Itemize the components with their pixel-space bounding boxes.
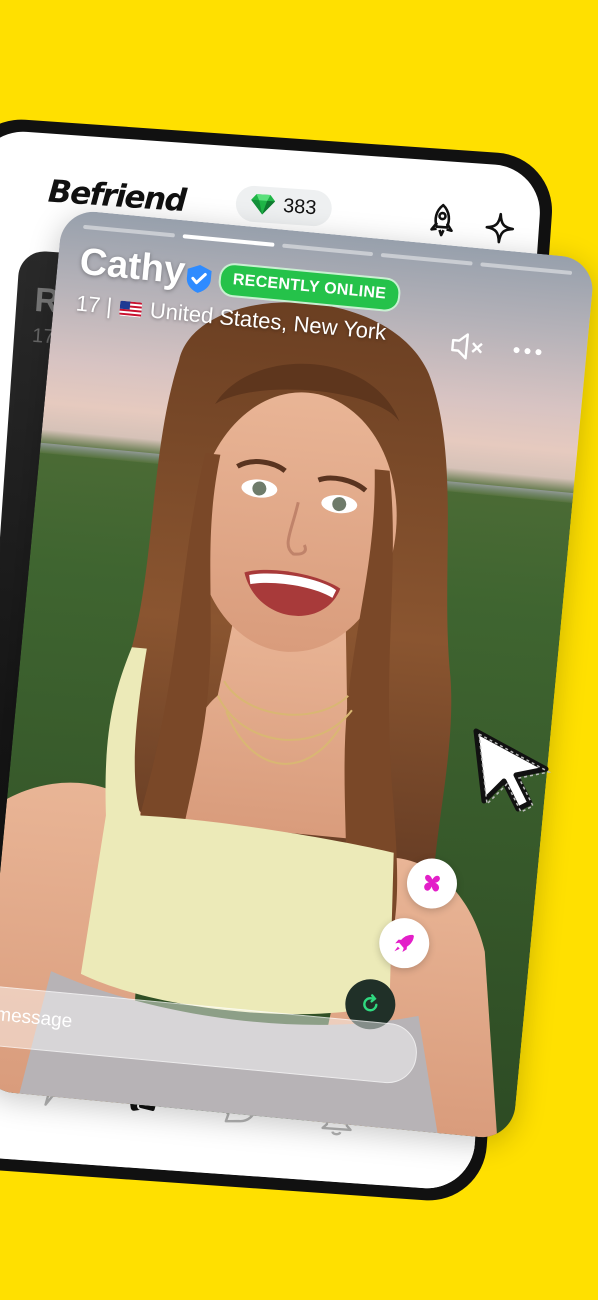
profile-age: 17 | [74, 290, 114, 319]
profile-card[interactable]: Cathy RECENTLY ONLINE 17 | United States… [0, 208, 596, 1141]
sparkle-icon[interactable] [484, 210, 516, 246]
verified-badge-icon [186, 264, 212, 293]
boost-icon [394, 934, 414, 953]
gem-count: 383 [282, 194, 318, 219]
message-placeholder: d a message [0, 1001, 74, 1033]
gift-icon [424, 874, 440, 892]
rocket-icon[interactable] [426, 202, 458, 238]
gem-balance-button[interactable]: 383 [234, 184, 333, 228]
app-screenshot: Befriend 383 17 | Cathy RECENTLY ONLINE … [0, 0, 598, 1300]
cursor-icon [473, 728, 552, 814]
gem-icon [251, 194, 276, 215]
undo-icon [363, 994, 378, 1012]
us-flag-icon [119, 300, 143, 318]
mute-icon[interactable] [448, 330, 487, 363]
